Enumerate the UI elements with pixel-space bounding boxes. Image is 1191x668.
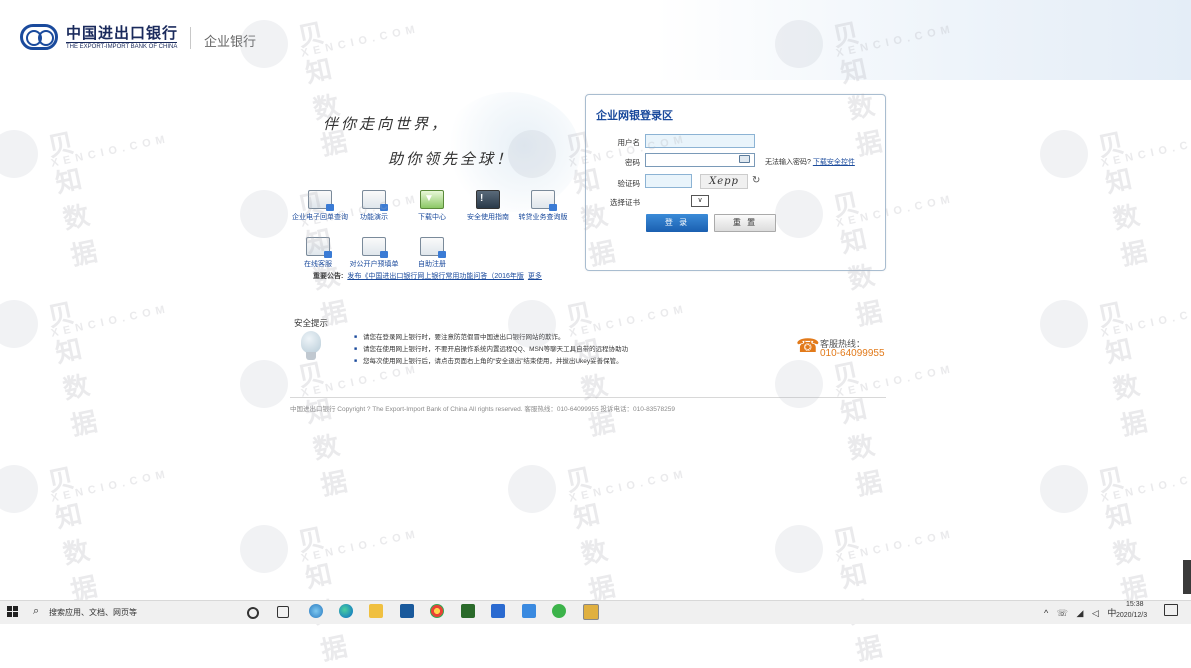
scrollbar[interactable] xyxy=(1183,560,1191,594)
footer-copyright: 中国进出口银行 Copyright ? The Export-Import Ba… xyxy=(290,406,675,413)
taskbar-search-input[interactable]: 搜索应用、文档、网页等 xyxy=(49,607,137,618)
active-window-icon[interactable] xyxy=(583,604,599,620)
certificate-label: 选择证书 xyxy=(610,198,640,207)
bank-name-cn: 中国进出口银行 xyxy=(66,24,179,42)
header-divider xyxy=(190,27,191,49)
captcha-input[interactable] xyxy=(645,174,692,188)
quick-link-loan-query[interactable]: 转贷业务查询版 xyxy=(509,190,577,222)
password-hint: 无法输入密码? 下载安全控件 xyxy=(765,159,855,166)
ui-app-icon[interactable] xyxy=(491,604,505,618)
quick-link-register[interactable]: 自助注册 xyxy=(398,237,466,269)
phone-icon: ☎ xyxy=(796,336,820,357)
slogan-line-1: 伴你走向世界， xyxy=(323,115,450,133)
reset-button[interactable]: 重 置 xyxy=(714,214,776,232)
hotline-number: 010-64099955 xyxy=(820,348,885,359)
register-icon xyxy=(420,237,446,258)
lightbulb-base xyxy=(306,352,316,360)
refresh-icon[interactable]: ↻ xyxy=(752,175,760,186)
keyboard-icon[interactable] xyxy=(739,155,750,163)
login-title: 企业网银登录区 xyxy=(596,110,673,122)
security-tip: 请您在登录网上银行时，要注意防范假冒中国进出口银行网站的欺诈。 xyxy=(354,331,565,341)
form-icon xyxy=(362,237,388,258)
chat-icon xyxy=(306,237,332,258)
page-title: 企业银行 xyxy=(204,34,257,49)
notification-icon[interactable] xyxy=(1164,604,1178,616)
download-icon: ▼ xyxy=(420,190,444,209)
login-button[interactable]: 登 录 xyxy=(646,214,708,232)
chrome-icon[interactable] xyxy=(430,604,444,618)
receipt-icon xyxy=(308,190,334,211)
film-icon xyxy=(362,190,388,211)
edge-browser-icon[interactable] xyxy=(339,604,353,618)
security-tip: 您每次使用网上银行后，请点击页面右上角的“安全退出”结束使用，并拔出Ukey妥善… xyxy=(354,355,623,365)
bank-name-en: THE EXPORT-IMPORT BANK OF CHINA xyxy=(66,42,178,50)
certificate-select[interactable]: ∨ xyxy=(691,195,709,207)
lightbulb-icon xyxy=(301,331,321,353)
clock-time[interactable]: 15:38 xyxy=(1126,601,1144,608)
notice-more-link[interactable]: 更多 xyxy=(528,273,542,280)
search-icon[interactable]: ⌕ xyxy=(33,605,39,618)
task-view-icon[interactable] xyxy=(277,606,289,618)
warning-icon: ! xyxy=(476,190,500,209)
footer-divider xyxy=(290,397,886,398)
notice-link[interactable]: 发布《中国进出口银行网上银行常用功能问答（2016年版 xyxy=(347,273,524,280)
captcha-label: 验证码 xyxy=(617,179,641,188)
security-tip: 请您在使用网上银行时，不要开启操作系统内置远程QQ、MSN等聊天工具自带的远程协… xyxy=(354,343,628,353)
username-input[interactable] xyxy=(645,134,755,148)
mail-icon[interactable] xyxy=(400,604,414,618)
captcha-image[interactable]: Xepp xyxy=(700,174,748,189)
security-title: 安全提示 xyxy=(294,318,329,328)
file-explorer-icon[interactable] xyxy=(369,604,383,618)
app-icon[interactable] xyxy=(522,604,536,618)
download-control-link[interactable]: 下载安全控件 xyxy=(813,159,855,166)
notice-label: 重要公告: xyxy=(313,273,344,280)
bank-logo-icon[interactable] xyxy=(20,24,58,50)
clock-date[interactable]: 2020/12/3 xyxy=(1116,612,1147,619)
password-label: 密码 xyxy=(625,158,640,167)
system-tray[interactable]: ^ ☏ ◢ ◁ 中 xyxy=(1044,606,1119,619)
wechat-icon[interactable] xyxy=(552,604,566,618)
document-icon xyxy=(531,190,557,211)
notice-bar: 重要公告: 发布《中国进出口银行网上银行常用功能问答（2016年版 更多 xyxy=(313,271,542,281)
header-bar xyxy=(0,0,1191,80)
excel-icon[interactable] xyxy=(461,604,475,618)
slogan-line-2: 助你领先全球！ xyxy=(388,150,515,168)
username-label: 用户名 xyxy=(617,138,641,147)
ie-browser-icon[interactable] xyxy=(309,604,323,618)
cortana-icon[interactable] xyxy=(247,607,259,619)
windows-start-icon[interactable] xyxy=(7,606,18,617)
